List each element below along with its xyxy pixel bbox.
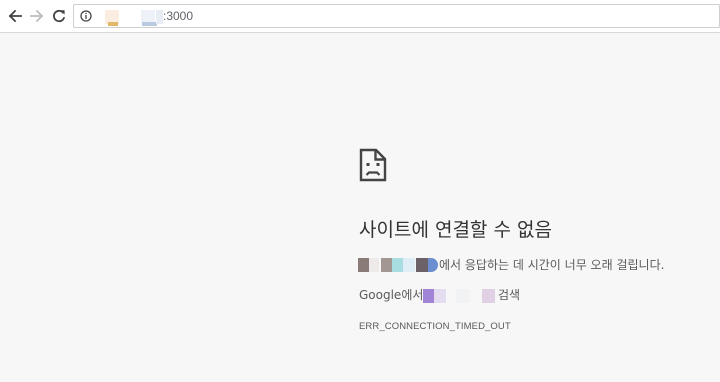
sad-document-icon xyxy=(359,148,387,182)
reload-button[interactable] xyxy=(49,6,69,26)
timeout-message: 에서 응답하는 데 시간이 너무 오래 걸립니다. xyxy=(439,258,665,272)
arrow-left-icon xyxy=(8,9,22,23)
info-circle-icon[interactable] xyxy=(80,10,92,22)
google-search-prefix[interactable]: Google에서 xyxy=(359,287,423,303)
back-button[interactable] xyxy=(5,6,25,26)
google-search-suffix[interactable]: 검색 xyxy=(498,287,520,303)
forward-button[interactable] xyxy=(27,6,47,26)
reload-icon xyxy=(53,9,66,23)
browser-toolbar: :3000 xyxy=(0,0,720,33)
address-bar[interactable]: :3000 xyxy=(73,4,720,28)
url-host-redacted xyxy=(105,8,165,26)
error-title: 사이트에 연결할 수 없음 xyxy=(359,219,552,241)
arrow-right-icon xyxy=(30,9,44,23)
error-code: ERR_CONNECTION_TIMED_OUT xyxy=(359,321,511,332)
url-port: :3000 xyxy=(163,9,194,23)
